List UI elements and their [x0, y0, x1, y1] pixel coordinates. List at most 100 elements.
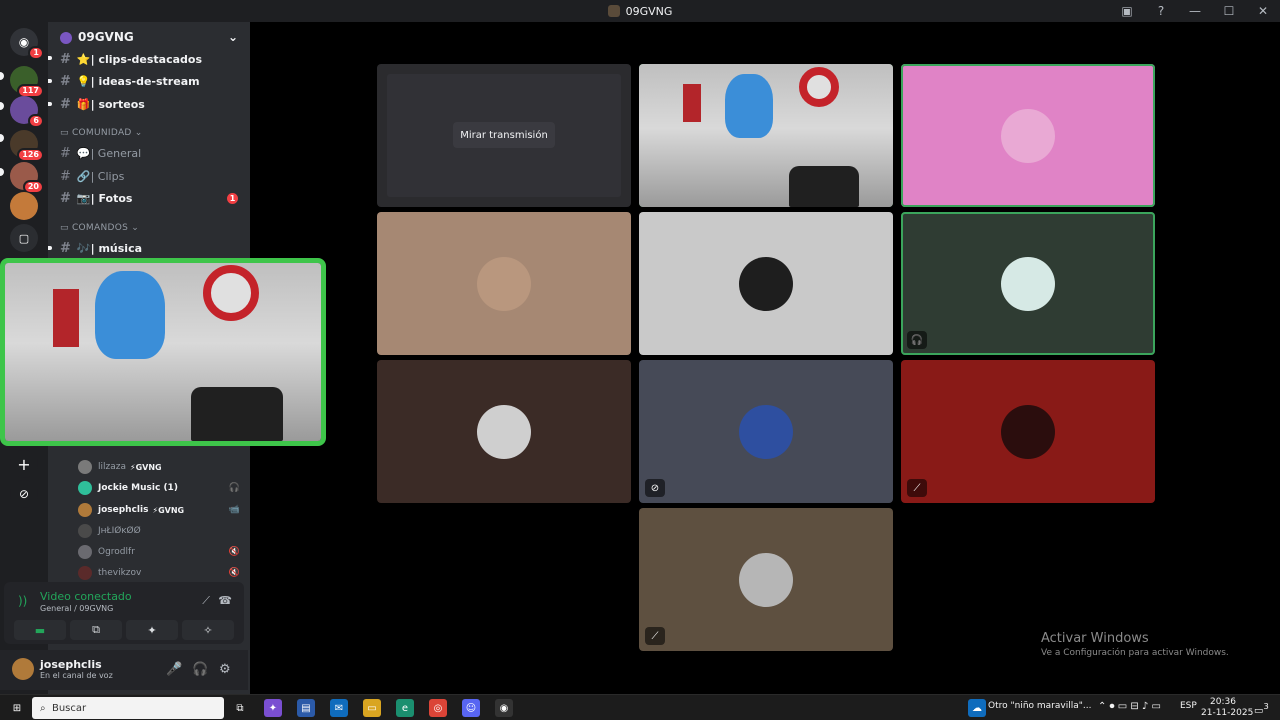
camera-popout[interactable]: [0, 258, 326, 446]
title-bar: 09GVNG ▣ ? — ☐ ✕: [0, 0, 1280, 22]
channel-fotos[interactable]: # 📷 | Fotos 1: [48, 187, 250, 209]
avatar: [78, 524, 92, 538]
disconnect-icon[interactable]: ☎: [218, 594, 232, 607]
server-girl-icon[interactable]: 6: [10, 96, 44, 128]
unread-pill: [0, 72, 4, 80]
window-title: 09GVNG: [625, 4, 673, 18]
watch-stream-button[interactable]: Mirar transmisión: [453, 122, 555, 148]
avatar: [477, 404, 531, 459]
voice-status[interactable]: Video conectado: [40, 590, 132, 603]
category-comandos[interactable]: ▭ COMANDOS ⌄: [60, 223, 139, 233]
server-avatar-a-icon[interactable]: 20: [10, 162, 44, 194]
maximize-button[interactable]: ☐: [1212, 4, 1246, 18]
channel-label: | Fotos: [90, 191, 133, 205]
headphones-icon: 🎧: [907, 331, 927, 349]
server-avatar-b-icon[interactable]: [10, 192, 38, 220]
add-server-icon[interactable]: +: [10, 450, 38, 478]
participant-tile[interactable]: [377, 212, 631, 355]
category-comunidad[interactable]: ▭ COMUNIDAD ⌄: [60, 128, 143, 138]
avatar: [1001, 256, 1055, 311]
voice-member[interactable]: JнŁIØĸØØ: [78, 521, 240, 541]
clock-date[interactable]: 21-11-2025: [1201, 708, 1253, 718]
input-language[interactable]: ESP: [1180, 701, 1197, 711]
voice-member[interactable]: thevikzov 🔇: [78, 563, 240, 583]
close-button[interactable]: ✕: [1246, 4, 1280, 18]
voice-member[interactable]: lilzaza ⚡GVNG: [78, 457, 240, 477]
clock-time[interactable]: 20:36: [1210, 697, 1236, 707]
file-explorer-icon[interactable]: ▭: [363, 699, 381, 717]
camera-tile[interactable]: [639, 64, 893, 207]
help-icon[interactable]: ?: [1144, 4, 1178, 18]
avatar: [1001, 108, 1055, 163]
notification-center-icon[interactable]: ▭3: [1254, 701, 1269, 716]
avatar: [1001, 404, 1055, 459]
server-clash-icon[interactable]: 126: [10, 130, 44, 162]
share-screen-button[interactable]: ⧉: [70, 620, 122, 640]
channel-clips[interactable]: # 🔗 | Clips: [48, 165, 250, 187]
discord-icon[interactable]: ☺: [462, 699, 480, 717]
activities-button[interactable]: ✦: [126, 620, 178, 640]
participant-tile[interactable]: ⟋: [901, 360, 1155, 503]
user-status: En el canal de voz: [40, 671, 113, 680]
participant-tile[interactable]: [901, 64, 1155, 207]
channel-musica[interactable]: # 🎶 | música: [48, 237, 250, 259]
channel-label: | General: [90, 146, 142, 160]
channel-emoji: 🎁: [76, 97, 91, 111]
activate-windows-hint: Ve a Configuración para activar Windows.: [1041, 648, 1229, 658]
soundboard-button[interactable]: ✧: [182, 620, 234, 640]
voice-member[interactable]: josephclis ⚡GVNG 📹: [78, 500, 240, 520]
taskbar-search[interactable]: ⌕ Buscar: [32, 697, 224, 719]
avatar: [78, 545, 92, 559]
participant-tile[interactable]: 🎧: [901, 212, 1155, 355]
obs-icon[interactable]: ◉: [495, 699, 513, 717]
window-controls: ▣ ? — ☐ ✕: [1110, 0, 1280, 22]
notification-icon[interactable]: ▣: [1110, 4, 1144, 18]
news-headline[interactable]: Otro "niño maravilla"...: [988, 701, 1091, 711]
member-tag: ⚡GVNG: [129, 462, 162, 472]
tray-icons[interactable]: ⌃ ⏺ ▭ ⊟ ♪ ▭: [1098, 701, 1161, 712]
chevron-down-icon: ⌄: [227, 30, 238, 44]
task-view-icon[interactable]: ⧉: [231, 699, 249, 717]
participant-tile[interactable]: [639, 212, 893, 355]
store-icon[interactable]: ▤: [297, 699, 315, 717]
user-avatar[interactable]: [12, 658, 34, 680]
taskbar: ⊞ ⌕ Buscar ⧉ ✦ ▤ ✉ ▭ e ◎ ☺ ◉ ☁ Otro "niñ…: [0, 694, 1280, 720]
copilot-icon[interactable]: ✦: [264, 699, 282, 717]
noise-suppression-icon[interactable]: ⟋: [202, 594, 210, 608]
camera-button[interactable]: ▬: [14, 620, 66, 640]
server-badge: 126: [17, 148, 44, 162]
server-weed-icon[interactable]: 117: [10, 66, 44, 98]
channel-clips-destacados[interactable]: # ⭐ | clips-destacados: [48, 48, 250, 70]
channel-ideas-de-stream[interactable]: # 💡 | ideas-de-stream: [48, 70, 250, 92]
voice-member[interactable]: Jockie Music (1) 🎧: [78, 478, 240, 498]
participant-tile[interactable]: [377, 360, 631, 503]
participant-tile[interactable]: ⟋: [639, 508, 893, 651]
voice-channel[interactable]: General / 09GVNG: [40, 604, 113, 613]
signal-icon: )): [18, 594, 28, 608]
outlook-icon[interactable]: ✉: [330, 699, 348, 717]
channel-sorteos[interactable]: # 🎁 | sorteos: [48, 93, 250, 115]
news-icon[interactable]: ☁: [968, 699, 986, 717]
voice-connection-panel: )) Video conectado General / 09GVNG ⟋ ☎ …: [4, 582, 244, 644]
muted-icon: 🔇: [228, 547, 240, 557]
camera-feed: [639, 64, 893, 207]
discord-home-icon[interactable]: ◉ 1: [10, 28, 44, 60]
member-name: lilzaza: [98, 462, 126, 472]
muted-mic-icon: ⟋: [907, 479, 927, 497]
server-avatar: [60, 31, 72, 44]
channel-emoji: 💡: [76, 74, 91, 88]
minimize-button[interactable]: —: [1178, 4, 1212, 18]
microphone-icon[interactable]: 🎤: [166, 662, 182, 677]
voice-member[interactable]: Ogrodlfr 🔇: [78, 542, 240, 562]
windows-start-icon[interactable]: ⊞: [8, 699, 26, 717]
explore-icon[interactable]: ⊘: [10, 480, 38, 508]
settings-icon[interactable]: ⚙: [219, 662, 231, 677]
edge-icon[interactable]: e: [396, 699, 414, 717]
chrome-icon[interactable]: ◎: [429, 699, 447, 717]
headphones-icon[interactable]: 🎧: [192, 662, 208, 677]
twitch-icon[interactable]: ▢: [10, 224, 38, 252]
participant-tile[interactable]: ⊘: [639, 360, 893, 503]
channel-general[interactable]: # 💬 | General: [48, 142, 250, 164]
avatar: [78, 503, 92, 517]
notification-count: 3: [1263, 701, 1269, 711]
